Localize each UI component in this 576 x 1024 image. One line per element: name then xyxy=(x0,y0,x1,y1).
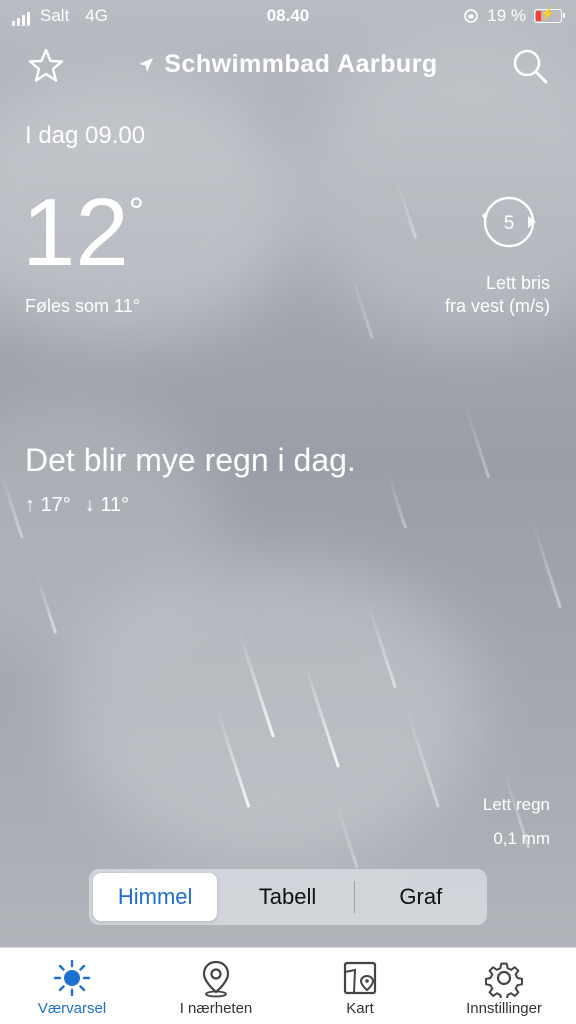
feels-like: Føles som 11° xyxy=(25,296,140,316)
battery-icon: ⚡ xyxy=(534,6,565,23)
tab-kart[interactable]: Kart xyxy=(288,948,432,1024)
location-arrow-icon xyxy=(139,58,154,73)
header: Schwimmbad Aarburg xyxy=(0,44,576,88)
wind-description: Lett bris fra vest (m/s) xyxy=(350,272,550,318)
tab-innstillinger[interactable]: Innstillinger xyxy=(432,948,576,1024)
orientation-lock-icon xyxy=(464,9,479,23)
map-icon xyxy=(343,961,377,995)
precipitation-info: Lett regn 0,1 mm xyxy=(483,788,550,856)
location-selector[interactable]: Schwimmbad Aarburg xyxy=(0,50,576,79)
tab-i-naerheten[interactable]: I nærheten xyxy=(144,948,288,1024)
temperature-value: 12 xyxy=(22,179,129,286)
tab-vaervarsel[interactable]: Værvarsel xyxy=(0,948,144,1024)
search-icon xyxy=(513,49,548,84)
wind-direction-label: fra vest (m/s) xyxy=(444,296,550,316)
precip-amount: 0,1 mm xyxy=(493,829,550,848)
tab-bar: Værvarsel I nærheten Kart Innstillinger xyxy=(0,947,576,1024)
degree-symbol: ° xyxy=(128,191,144,233)
tab-label: Kart xyxy=(346,1000,374,1017)
tab-label: Innstillinger xyxy=(466,1000,542,1017)
arrow-up-icon: ↑ xyxy=(25,494,35,516)
battery-percent: 19 % xyxy=(487,6,526,25)
wind-direction-icon: 5 xyxy=(482,196,536,248)
temperature: 12° xyxy=(22,185,144,281)
min-max-temps: ↑ 17° ↓ 11° xyxy=(25,494,129,517)
tab-label: I nærheten xyxy=(179,1000,253,1017)
segment-divider xyxy=(353,881,355,913)
wind-speed: 5 xyxy=(504,213,515,234)
segment-himmel[interactable]: Himmel xyxy=(93,873,218,921)
sun-icon xyxy=(53,959,91,997)
location-name: Schwimmbad Aarburg xyxy=(164,50,438,78)
day-summary: Det blir mye regn i dag. xyxy=(25,442,356,478)
wind-label: Lett bris xyxy=(485,273,550,293)
status-bar: Salt 4G 08.40 19 % ⚡ xyxy=(0,0,576,34)
segment-graf[interactable]: Graf xyxy=(359,873,483,921)
view-segmented-control: Himmel Tabell Graf xyxy=(89,869,487,925)
tab-label: Værvarsel xyxy=(37,1000,107,1017)
map-pin-icon xyxy=(202,960,230,998)
search-button[interactable] xyxy=(510,46,550,86)
max-temp: ↑ 17° xyxy=(25,494,71,516)
min-temp: ↓ 11° xyxy=(84,494,130,516)
segment-tabell[interactable]: Tabell xyxy=(225,873,349,921)
forecast-datetime: I dag 09.00 xyxy=(25,122,146,149)
arrow-down-icon: ↓ xyxy=(84,494,95,516)
gear-icon xyxy=(484,962,523,998)
precip-label: Lett regn xyxy=(482,795,550,814)
